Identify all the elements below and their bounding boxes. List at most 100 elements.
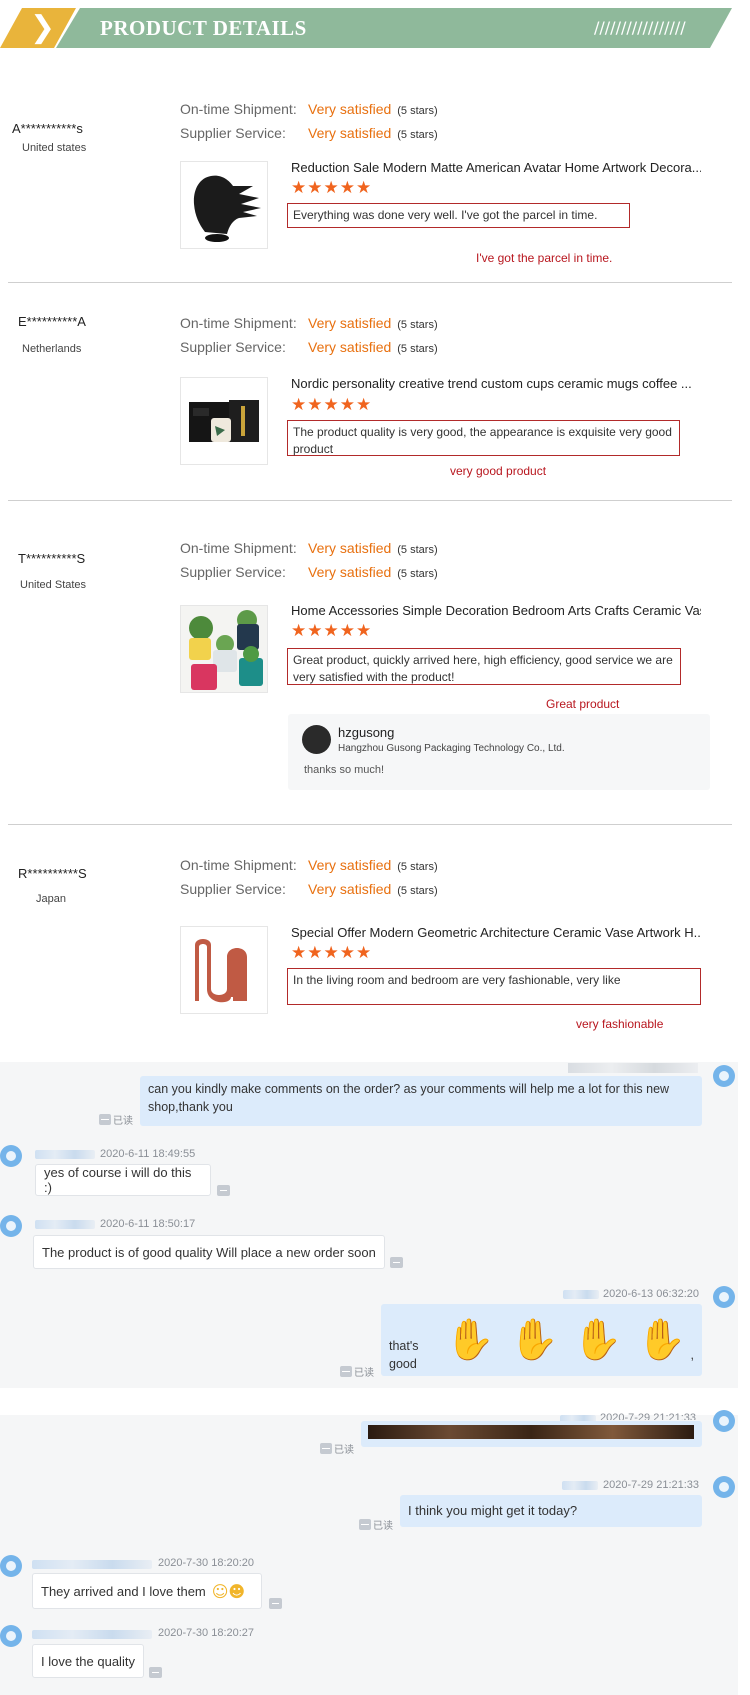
product-thumbnail[interactable] bbox=[180, 605, 268, 693]
shipment-label: On-time Shipment: bbox=[180, 857, 297, 873]
product-details-banner: ❯ PRODUCT DETAILS ///////////////// bbox=[0, 8, 732, 48]
avatar[interactable] bbox=[713, 1410, 735, 1432]
shipment-stars-text: (5 stars) bbox=[397, 105, 438, 117]
service-stars-text: (5 stars) bbox=[397, 568, 438, 580]
product-title-link[interactable]: Nordic personality creative trend custom… bbox=[291, 376, 701, 391]
product-title-link[interactable]: Special Offer Modern Geometric Architect… bbox=[291, 925, 701, 940]
avatar[interactable] bbox=[0, 1625, 22, 1647]
shipment-value: Very satisfied bbox=[308, 315, 392, 331]
review-divider bbox=[8, 824, 732, 825]
chat-message-incoming: The product is of good quality Will plac… bbox=[33, 1235, 385, 1269]
message-status-icon bbox=[269, 1598, 282, 1609]
blurred-name bbox=[562, 1481, 598, 1490]
clapping-hands-emoji: ✋ bbox=[572, 1317, 623, 1363]
shipment-stars-text: (5 stars) bbox=[397, 861, 438, 873]
reply-text: thanks so much! bbox=[304, 764, 385, 776]
message-timestamp: 2020-6-13 06:32:20 bbox=[603, 1288, 700, 1300]
message-status-icon bbox=[390, 1257, 403, 1268]
read-receipt: 已读 bbox=[99, 1112, 133, 1127]
product-title-link[interactable]: Reduction Sale Modern Matte American Ava… bbox=[291, 160, 701, 175]
message-timestamp: 2020-7-30 18:20:20 bbox=[158, 1557, 255, 1569]
message-status-icon bbox=[217, 1185, 230, 1196]
reply-supplier-name: hzgusong bbox=[338, 725, 395, 740]
avatar[interactable] bbox=[0, 1215, 22, 1237]
review-annotation: very good product bbox=[450, 464, 547, 478]
shipment-stars-text: (5 stars) bbox=[397, 319, 438, 331]
page-title: PRODUCT DETAILS bbox=[100, 16, 307, 40]
read-label: 已读 bbox=[334, 1445, 354, 1456]
service-stars-text: (5 stars) bbox=[397, 129, 438, 141]
avatar bbox=[302, 725, 331, 754]
five-star-rating: ★★★★★ bbox=[291, 395, 373, 415]
shipment-value: Very satisfied bbox=[308, 540, 392, 556]
chat-message-incoming: They arrived and I love them ☺☻ bbox=[32, 1573, 262, 1609]
read-label: 已读 bbox=[113, 1116, 133, 1127]
blurred-name bbox=[35, 1150, 95, 1159]
avatar[interactable] bbox=[713, 1476, 735, 1498]
read-status-icon bbox=[340, 1366, 352, 1377]
review-annotation: Great product bbox=[546, 697, 620, 711]
reviewer-name: T**********S bbox=[18, 551, 86, 566]
product-title-link[interactable]: Home Accessories Simple Decoration Bedro… bbox=[291, 603, 701, 618]
five-star-rating: ★★★★★ bbox=[291, 621, 373, 641]
chevron-right-icon: ❯ bbox=[30, 10, 56, 45]
reviewer-country: United states bbox=[22, 142, 87, 154]
shipment-rating: On-time Shipment: Very satisfied (5 stars) bbox=[180, 857, 438, 873]
read-label: 已读 bbox=[354, 1368, 374, 1379]
review-comment: In the living room and bedroom are very … bbox=[287, 968, 701, 1005]
service-rating: Supplier Service: Very satisfied (5 stars) bbox=[180, 881, 438, 897]
shipment-rating: On-time Shipment: Very satisfied (5 stars) bbox=[180, 540, 438, 556]
message-timestamp: 2020-6-11 18:49:55 bbox=[100, 1148, 196, 1160]
service-rating: Supplier Service: Very satisfied (5 stars) bbox=[180, 339, 438, 355]
clapping-hands-emoji: ✋ bbox=[509, 1317, 559, 1363]
review-comment: Great product, quickly arrived here, hig… bbox=[287, 648, 681, 685]
avatar[interactable] bbox=[0, 1145, 22, 1167]
service-stars-text: (5 stars) bbox=[397, 885, 438, 897]
blurred-name bbox=[563, 1290, 599, 1299]
chat-image-preview[interactable] bbox=[368, 1425, 694, 1439]
chat-message-text: that's good bbox=[389, 1339, 419, 1371]
avatar[interactable] bbox=[713, 1065, 735, 1087]
blurred-name bbox=[32, 1560, 152, 1569]
supplier-reply: hzgusong Hangzhou Gusong Packaging Techn… bbox=[288, 714, 710, 790]
message-timestamp: 2020-6-11 18:50:17 bbox=[100, 1218, 196, 1230]
product-thumbnail[interactable] bbox=[180, 161, 268, 249]
reviewer-name: A***********s bbox=[12, 121, 83, 136]
five-star-rating: ★★★★★ bbox=[291, 178, 373, 198]
reviewer-country: Japan bbox=[36, 893, 66, 905]
reviewer-country: United States bbox=[20, 579, 87, 591]
shipment-value: Very satisfied bbox=[308, 857, 392, 873]
shipment-rating: On-time Shipment: Very satisfied (5 stars) bbox=[180, 315, 438, 331]
service-value: Very satisfied bbox=[308, 881, 392, 897]
reviewer-name: R**********S bbox=[18, 866, 87, 881]
avatar[interactable] bbox=[0, 1555, 22, 1577]
service-label: Supplier Service: bbox=[180, 339, 286, 355]
chat-message-text: They arrived and I love them bbox=[41, 1583, 206, 1599]
message-status-icon bbox=[149, 1667, 162, 1678]
service-value: Very satisfied bbox=[308, 339, 392, 355]
review-divider bbox=[8, 500, 732, 501]
chat-message-incoming: yes of course i will do this :) bbox=[35, 1164, 211, 1196]
reviewer-name: E**********A bbox=[18, 314, 86, 329]
chat-message-outgoing: can you kindly make comments on the orde… bbox=[140, 1076, 702, 1126]
five-star-rating: ★★★★★ bbox=[291, 943, 373, 963]
read-status-icon bbox=[359, 1519, 371, 1530]
clapping-hands-emoji: ✋ bbox=[445, 1317, 496, 1363]
avatar[interactable] bbox=[713, 1286, 735, 1308]
product-thumbnail[interactable] bbox=[180, 377, 268, 465]
message-timestamp: 2020-7-29 21:21:33 bbox=[603, 1479, 700, 1491]
review-annotation: I've got the parcel in time. bbox=[476, 251, 613, 265]
read-receipt: 已读 bbox=[359, 1517, 393, 1532]
product-thumbnail[interactable] bbox=[180, 926, 268, 1014]
clapping-hands-emoji: ✋ bbox=[636, 1317, 687, 1363]
blurred-name bbox=[35, 1220, 95, 1229]
read-receipt: 已读 bbox=[340, 1364, 374, 1379]
review-comment: Everything was done very well. I've got … bbox=[287, 203, 630, 228]
chat-message-incoming: I love the quality bbox=[32, 1644, 144, 1678]
service-value: Very satisfied bbox=[308, 125, 392, 141]
blurred-name bbox=[568, 1063, 698, 1073]
reviewer-country: Netherlands bbox=[22, 343, 82, 355]
service-label: Supplier Service: bbox=[180, 881, 286, 897]
shipment-value: Very satisfied bbox=[308, 101, 392, 117]
shipment-label: On-time Shipment: bbox=[180, 315, 297, 331]
